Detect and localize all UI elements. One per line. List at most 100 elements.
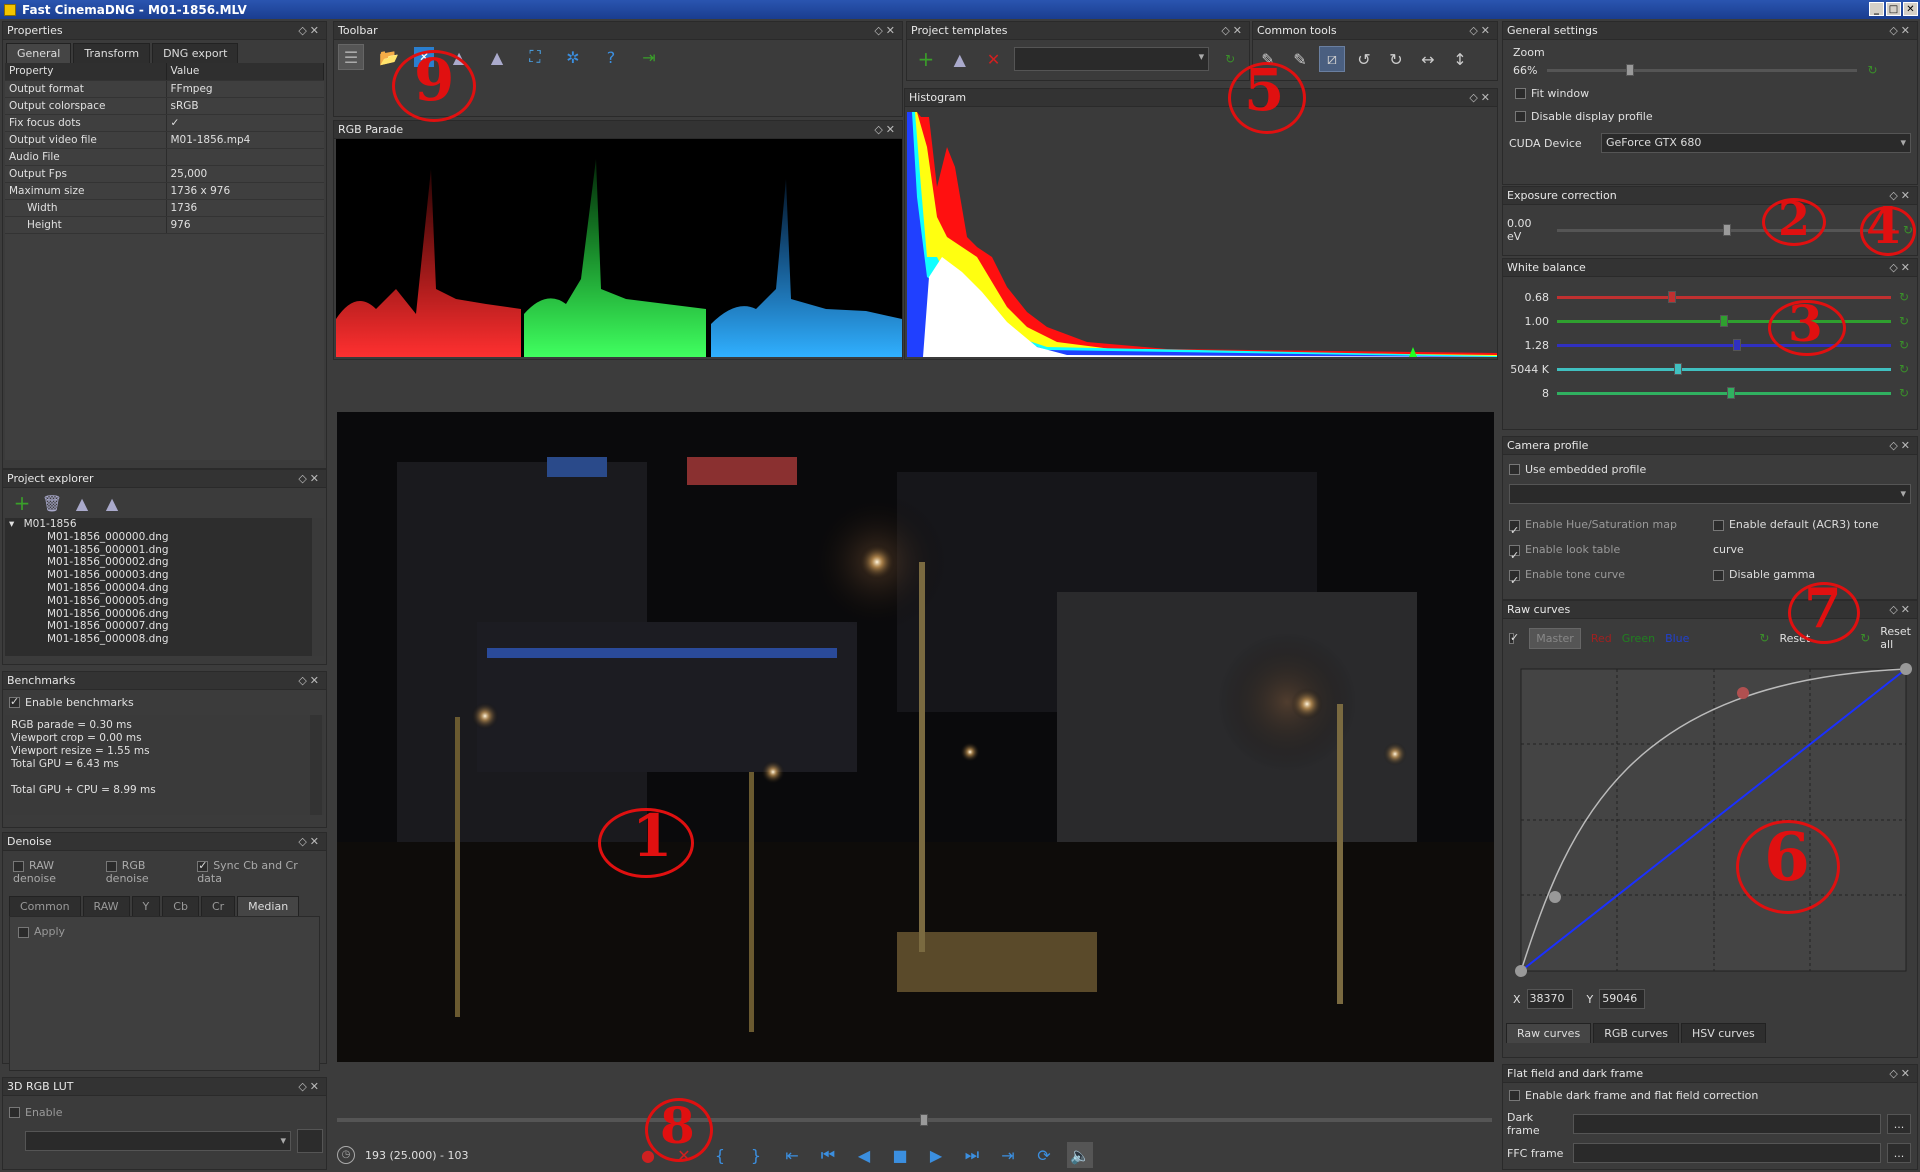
panel-float-close-icons[interactable]: ◇✕ <box>1889 603 1913 616</box>
look-table-checkbox[interactable] <box>1509 543 1520 568</box>
eyedropper-white-icon[interactable]: ✎ <box>1287 46 1313 72</box>
wb-slider[interactable] <box>1557 290 1891 303</box>
tree-root[interactable]: ▾ M01-1856 <box>9 518 324 531</box>
panel-float-close-icons[interactable]: ◇✕ <box>1469 91 1493 104</box>
exposure-slider-knob[interactable] <box>1723 223 1732 236</box>
fullscreen-icon[interactable]: ⛶ <box>522 44 548 70</box>
use-embedded-profile-checkbox[interactable] <box>1509 464 1520 475</box>
go-end-icon[interactable]: ⇥ <box>995 1142 1021 1168</box>
panel-float-close-icons[interactable]: ◇✕ <box>298 472 322 485</box>
panel-float-close-icons[interactable]: ◇✕ <box>1889 24 1913 37</box>
tab-raw[interactable]: RAW <box>82 896 130 916</box>
table-row[interactable]: Output format FFmpeg <box>5 80 324 98</box>
image-viewport[interactable] <box>337 412 1494 1062</box>
table-row[interactable]: Output Fps 25,000 <box>5 165 324 183</box>
list-item[interactable]: M01-1856_000003.dng <box>47 569 324 582</box>
cuda-device-select[interactable]: GeForce GTX 680 <box>1601 133 1911 153</box>
wb-slider-knob[interactable] <box>1720 314 1728 327</box>
table-row[interactable]: Width 1736 <box>5 199 324 217</box>
dark-frame-input[interactable] <box>1573 1114 1881 1134</box>
wb-slider-knob[interactable] <box>1733 338 1741 351</box>
close-button[interactable]: ✕ <box>1903 2 1918 16</box>
export-all-icon[interactable]: ▲ <box>99 490 125 516</box>
panel-float-close-icons[interactable]: ◇✕ <box>874 123 898 136</box>
channel-blue[interactable]: Blue <box>1665 632 1689 645</box>
dark-frame-browse-button[interactable]: ... <box>1887 1114 1911 1134</box>
wb-slider[interactable] <box>1557 362 1891 375</box>
maximize-button[interactable]: □ <box>1886 2 1901 16</box>
scrollbar[interactable] <box>310 715 322 815</box>
reset-all-button[interactable]: Reset all <box>1880 625 1911 651</box>
tab-raw-curves[interactable]: Raw curves <box>1506 1023 1592 1043</box>
wb-slider-knob[interactable] <box>1674 362 1682 375</box>
channel-green[interactable]: Green <box>1622 632 1655 645</box>
panel-float-close-icons[interactable]: ◇✕ <box>298 1080 322 1093</box>
list-item[interactable]: M01-1856_000001.dng <box>47 544 324 557</box>
exit-icon[interactable]: ⇥ <box>636 44 662 70</box>
table-row[interactable]: Maximum size 1736 x 976 <box>5 182 324 200</box>
list-item[interactable]: M01-1856_000008.dng <box>47 633 324 646</box>
loop-icon[interactable]: ⟳ <box>1031 1142 1057 1168</box>
enable-benchmarks-checkbox[interactable] <box>9 695 20 708</box>
go-start-icon[interactable]: ⇤ <box>779 1142 805 1168</box>
tab-general[interactable]: General <box>6 43 72 63</box>
refresh-icon[interactable]: ↻ <box>1217 46 1243 72</box>
zoom-slider-knob[interactable] <box>1626 63 1635 76</box>
disable-display-profile-checkbox[interactable] <box>1515 111 1526 122</box>
stop-icon[interactable]: ■ <box>887 1142 913 1168</box>
panel-float-close-icons[interactable]: ◇✕ <box>874 24 898 37</box>
step-back-icon[interactable]: ⏮ <box>815 1142 841 1168</box>
x-spinbox[interactable]: 38370 <box>1526 989 1573 1009</box>
crop-icon[interactable]: ⧄ <box>1319 46 1345 72</box>
panel-float-close-icons[interactable]: ◇✕ <box>1221 24 1245 37</box>
reset-wb-icon[interactable]: ↻ <box>1899 338 1909 352</box>
channel-red[interactable]: Red <box>1591 632 1612 645</box>
help-icon[interactable]: ? <box>598 44 624 70</box>
reset-all-icon[interactable]: ↻ <box>1860 631 1870 645</box>
add-template-icon[interactable]: + <box>913 46 939 72</box>
menu-icon[interactable]: ☰ <box>338 44 364 70</box>
table-row[interactable]: Audio File <box>5 148 324 166</box>
tab-cr[interactable]: Cr <box>200 896 236 916</box>
add-icon[interactable]: + <box>9 490 35 516</box>
table-row[interactable]: Fix focus dots ✓ <box>5 114 324 132</box>
apply-checkbox[interactable] <box>18 926 29 938</box>
play-reverse-icon[interactable]: ◀ <box>851 1142 877 1168</box>
panel-float-close-icons[interactable]: ◇✕ <box>298 674 322 687</box>
ffc-frame-browse-button[interactable]: ... <box>1887 1143 1911 1163</box>
tab-cb[interactable]: Cb <box>162 896 199 916</box>
tab-dng-export[interactable]: DNG export <box>152 43 239 63</box>
rgb-denoise-checkbox[interactable] <box>105 860 117 872</box>
profile-select[interactable] <box>1509 484 1911 504</box>
wb-slider[interactable] <box>1557 338 1891 351</box>
delete-icon[interactable]: 🗑 <box>39 490 65 516</box>
raw-denoise-checkbox[interactable] <box>13 860 24 872</box>
panel-float-close-icons[interactable]: ◇✕ <box>1889 439 1913 452</box>
table-row[interactable]: Output colorspace sRGB <box>5 97 324 115</box>
volume-icon[interactable]: 🔈 <box>1067 1142 1093 1168</box>
scrollbar[interactable] <box>312 518 324 656</box>
tone-curve-checkbox[interactable] <box>1509 568 1520 593</box>
mark-in-icon[interactable]: { <box>707 1142 733 1168</box>
reset-zoom-icon[interactable]: ↻ <box>1867 63 1877 77</box>
ffc-frame-input[interactable] <box>1573 1143 1881 1163</box>
table-row[interactable]: Output video file M01-1856.mp4 <box>5 131 324 149</box>
reset-wb-icon[interactable]: ↻ <box>1899 386 1909 400</box>
hue-sat-map-checkbox[interactable] <box>1509 518 1520 543</box>
tab-common[interactable]: Common <box>9 896 81 916</box>
lut-browse-button[interactable] <box>297 1129 323 1153</box>
lut-select[interactable] <box>25 1131 291 1151</box>
sync-cb-cr-checkbox[interactable] <box>197 859 209 872</box>
minimize-button[interactable]: _ <box>1869 2 1884 16</box>
panel-float-close-icons[interactable]: ◇✕ <box>1889 1067 1913 1080</box>
fit-window-checkbox[interactable] <box>1515 88 1526 99</box>
channel-master[interactable]: Master <box>1529 627 1581 649</box>
timeline-knob[interactable] <box>920 1114 928 1126</box>
list-item[interactable]: M01-1856_000002.dng <box>47 556 324 569</box>
default-tone-curve-checkbox[interactable] <box>1712 519 1724 531</box>
curves-enable-checkbox[interactable] <box>1509 631 1520 644</box>
wb-slider[interactable] <box>1557 386 1891 399</box>
template-select[interactable] <box>1014 47 1210 71</box>
table-row[interactable]: Height 976 <box>5 216 324 234</box>
reset-icon[interactable]: ↻ <box>1759 631 1769 645</box>
